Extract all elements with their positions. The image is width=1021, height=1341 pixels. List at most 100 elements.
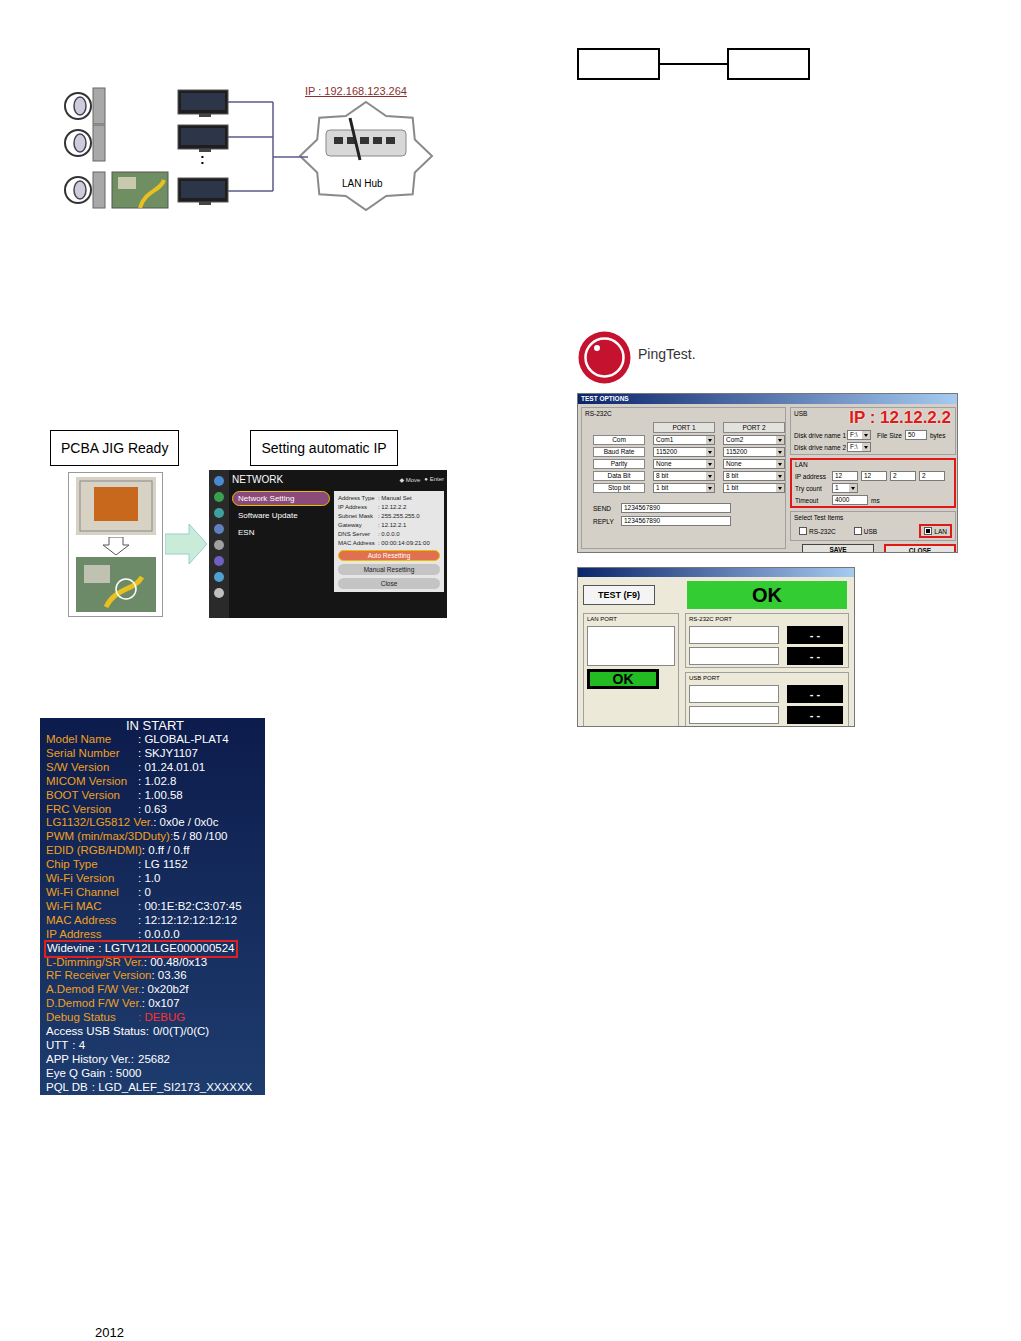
menu-category-icon[interactable] (214, 492, 224, 502)
menu-category-icon[interactable] (214, 524, 224, 534)
message-field[interactable]: 1234567890 (621, 503, 731, 513)
group-title: RS-232C PORT (689, 616, 845, 623)
ip-part-field[interactable]: 2 (919, 471, 945, 481)
dropdown-value: 8 bit (724, 472, 776, 480)
port-log-field[interactable] (689, 647, 779, 665)
test-item[interactable]: RS-232C (794, 524, 841, 538)
test-item-checkbox[interactable] (799, 527, 807, 535)
arrow-triangle (708, 439, 712, 442)
test-item-label: LAN (934, 528, 947, 535)
footer-year: 2012 (95, 1326, 537, 1340)
arrow-triangle (778, 439, 782, 442)
dropdown[interactable]: 1 bit (723, 483, 785, 493)
info-label: Wi-Fi Version (46, 872, 138, 886)
dropdown[interactable]: 1 (832, 483, 858, 493)
detail-value: : 0.0.0.0 (378, 530, 400, 538)
menu-category-icon[interactable] (214, 556, 224, 566)
dropdown[interactable]: 115200 (653, 447, 715, 457)
info-line: UTT: 4 (46, 1039, 85, 1053)
close-button[interactable]: CLOSE (884, 544, 956, 553)
info-value: : LG 1152 (138, 858, 188, 870)
lan-log-field[interactable] (587, 626, 675, 666)
menu-body: Network SettingSoftware UpdateESNAddress… (232, 491, 444, 592)
detail-label: Subnet Mask (338, 512, 378, 520)
dropdown[interactable]: Com1 (653, 435, 715, 445)
info-row: MAC Address: 12:12:12:12:12:12 (46, 914, 265, 928)
dropdown[interactable]: 1 bit (653, 483, 715, 493)
network-button[interactable]: Close (338, 578, 440, 589)
lg-logo-icon (577, 330, 632, 385)
info-label: PQL DB (46, 1081, 88, 1093)
dropdown[interactable]: 115200 (723, 447, 785, 457)
info-line: MAC Address: 12:12:12:12:12:12 (46, 914, 237, 928)
message-field[interactable]: 1234567890 (621, 516, 731, 526)
info-row: Debug Status: DEBUG (46, 1011, 265, 1025)
dropdown[interactable]: 8 bit (653, 471, 715, 481)
info-row: Wi-Fi Channel: 0 (46, 886, 265, 900)
jig-photo-bottom (76, 557, 156, 612)
info-line: Widevine: LGTV12LLGE000000524 (46, 942, 236, 956)
port-log-field[interactable] (689, 706, 779, 724)
dropdown-value: Com1 (654, 436, 706, 444)
step-label: PCBA JIG Ready (50, 430, 179, 466)
dropdown[interactable]: 8 bit (723, 471, 785, 481)
setting-label: Com (593, 435, 645, 445)
usb-row: Disk drive name 2F:\ (794, 442, 952, 452)
jig-photo (68, 472, 163, 617)
port-header[interactable]: PORT 2 (723, 422, 785, 433)
detail-row: Subnet Mask: 255.255.255.0 (338, 512, 440, 520)
dropdown[interactable]: F:\ (847, 430, 871, 440)
info-row: PQL DB : LGD_ALEF_SI2173_XXXXXX (46, 1081, 265, 1095)
menu-category-icon[interactable] (214, 588, 224, 598)
arrow-triangle (778, 475, 782, 478)
test-item[interactable]: USB (849, 524, 882, 538)
save-button[interactable]: SAVE (802, 544, 874, 553)
menu-item[interactable]: Network Setting (232, 491, 330, 506)
dropdown-arrow-icon (776, 436, 784, 444)
arrow-triangle (778, 451, 782, 454)
network-button[interactable]: Auto Resetting (338, 550, 440, 561)
info-line: D.Demod F/W Ver.: 0x107 (46, 997, 180, 1011)
test-item[interactable]: LAN (919, 524, 952, 538)
lan-group: LANIP address121222Try count1Timeout4000… (790, 458, 956, 508)
file-size-field[interactable]: 50 (905, 430, 927, 440)
info-label: PWM (min/max/3DDuty): (46, 830, 173, 844)
info-label: EDID (RGB/HDMI) (46, 844, 142, 858)
lan-result: OK (587, 669, 659, 689)
ip-part-field[interactable]: 12 (861, 471, 887, 481)
dropdown[interactable]: None (653, 459, 715, 469)
dropdown[interactable]: None (723, 459, 785, 469)
info-value: : LGD_ALEF_SI2173_XXXXXX (92, 1081, 252, 1093)
info-line: Serial Number: SKJY1107 (46, 747, 198, 761)
network-button[interactable]: Manual Resetting (338, 564, 440, 575)
dropdown[interactable]: F:\ (847, 442, 871, 452)
menu-category-icon[interactable] (214, 572, 224, 582)
port-result-row: - - (689, 647, 845, 665)
timeout-label: Timeout (795, 497, 829, 504)
info-row: UTT: 4 (46, 1039, 265, 1053)
test-button[interactable]: TEST (F9) (583, 585, 655, 605)
info-value: 25682 (138, 1053, 170, 1065)
timeout-field[interactable]: 4000 (832, 495, 868, 505)
menu-category-icon[interactable] (214, 508, 224, 518)
info-row: S/W Version: 01.24.01.01 (46, 761, 265, 775)
test-item-checkbox[interactable] (924, 527, 932, 535)
dropdown-value: 8 bit (654, 472, 706, 480)
menu-category-icon[interactable] (214, 476, 224, 486)
port-log-field[interactable] (689, 626, 779, 644)
info-label: S/W Version (46, 761, 138, 775)
port-log-field[interactable] (689, 685, 779, 703)
network-diagram-art (60, 80, 440, 212)
port-group: RS-232C PORT- -- - (685, 613, 849, 668)
info-label: APP History Ver.: (46, 1053, 134, 1065)
test-item-checkbox[interactable] (854, 527, 862, 535)
menu-category-icon[interactable] (214, 540, 224, 550)
arrow-triangle (708, 487, 712, 490)
dropdown[interactable]: Com2 (723, 435, 785, 445)
menu-item[interactable]: Software Update (232, 508, 330, 523)
ip-part-field[interactable]: 2 (890, 471, 916, 481)
menu-item[interactable]: ESN (232, 525, 330, 540)
ip-part-field[interactable]: 12 (832, 471, 858, 481)
info-line: Wi-Fi Version: 1.0 (46, 872, 160, 886)
port-header[interactable]: PORT 1 (653, 422, 715, 433)
